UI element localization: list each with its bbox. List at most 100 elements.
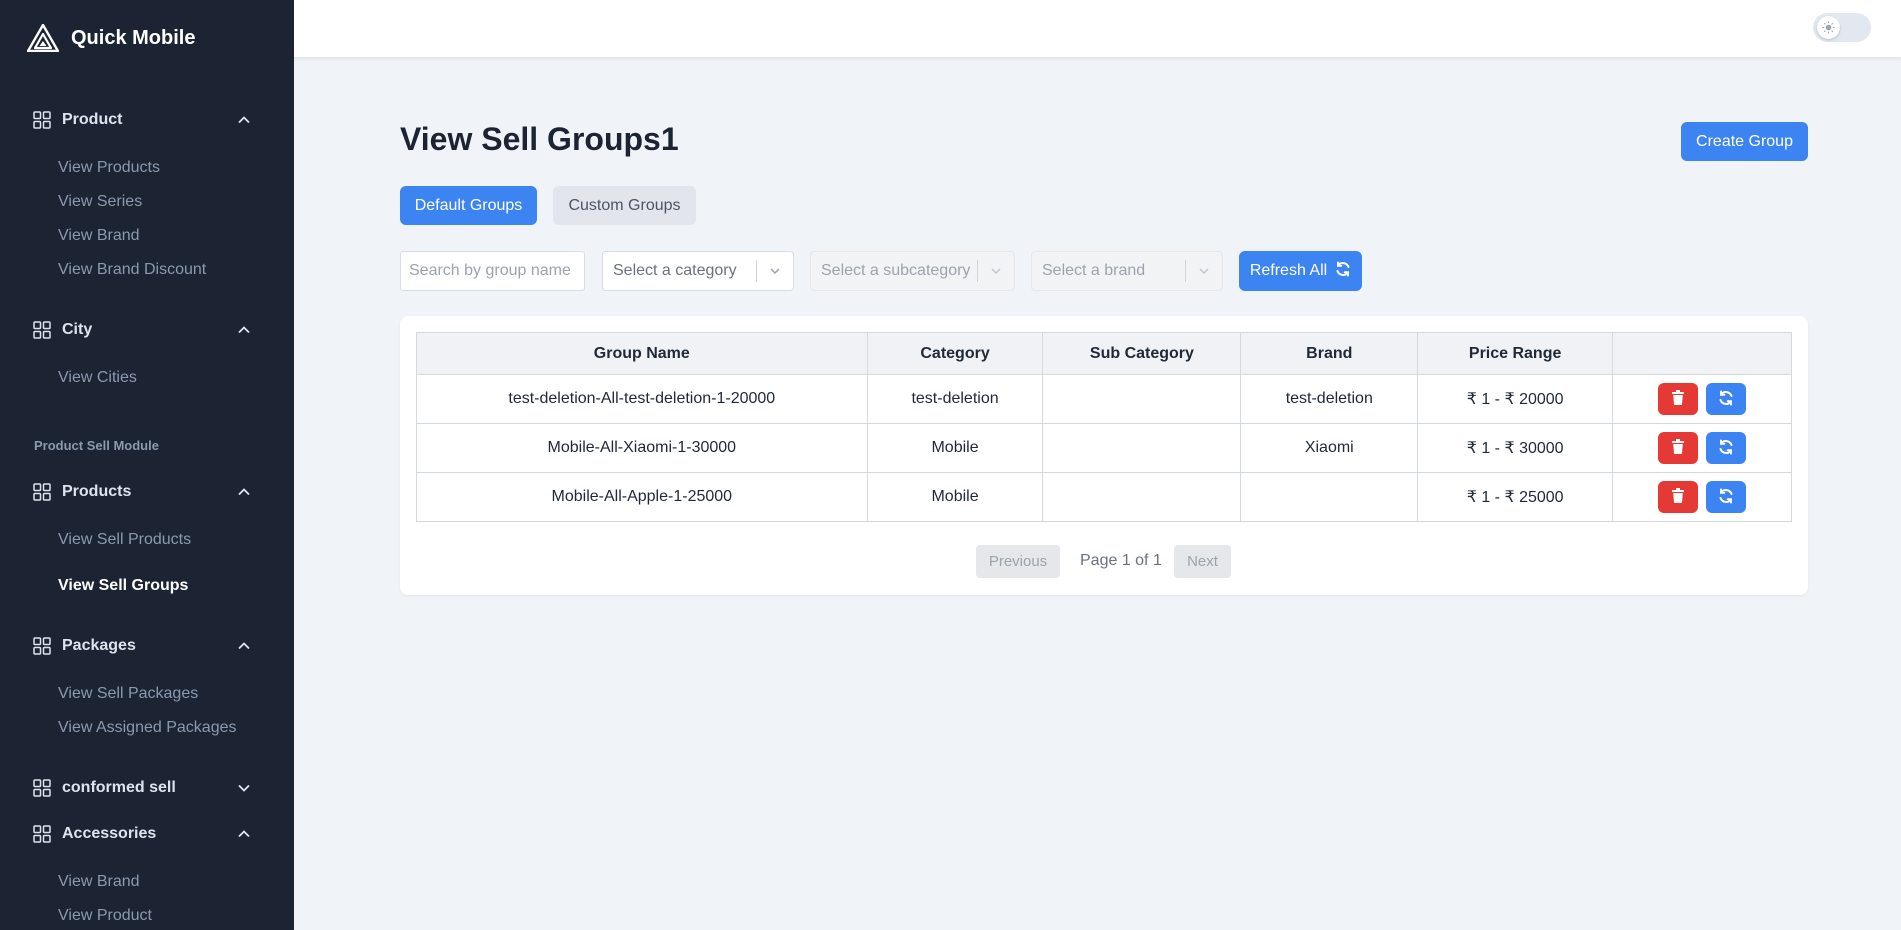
refresh-all-label: Refresh All [1249,262,1328,279]
table-row: Mobile-All-Apple-1-25000 Mobile ₹ 1 - ₹ … [416,472,1792,522]
delete-button[interactable] [1658,383,1699,415]
sidebar-item-view-products[interactable]: View Products [58,159,160,177]
grid-icon [33,321,51,339]
sidebar-group-conformed-sell[interactable]: conformed sell [33,775,251,801]
column-header-sub-category: Sub Category [1042,332,1242,375]
cell-category: Mobile [866,423,1044,473]
chevron-up-icon [237,485,251,499]
chevron-up-icon [237,639,251,653]
refresh-all-button[interactable]: Refresh All [1239,251,1362,291]
refresh-icon [1718,390,1734,409]
brand-select-placeholder: Select a brand [1042,262,1146,279]
chevron-down-icon [237,781,251,795]
brand-select[interactable]: Select a brand [1031,251,1223,291]
cell-sub-category [1042,472,1242,522]
sidebar-item-view-sell-groups[interactable]: View Sell Groups [58,577,188,595]
chevron-up-icon [237,827,251,841]
refresh-icon [1718,488,1734,507]
sidebar-item-view-cities[interactable]: View Cities [58,369,137,387]
app-logo-icon [27,24,59,52]
cell-actions [1612,423,1792,473]
column-header-actions [1612,332,1792,375]
category-select-placeholder: Select a category [613,262,737,279]
top-header [294,0,1901,58]
grid-icon [33,483,51,501]
column-header-category: Category [866,332,1044,375]
sidebar-item-view-brand[interactable]: View Brand [58,227,140,245]
table-row: test-deletion-All-test-deletion-1-20000 … [416,374,1792,424]
theme-toggle[interactable] [1813,13,1871,42]
chevron-down-icon [978,264,1014,278]
sidebar-group-label: conformed sell [62,779,176,796]
sidebar-group-label: Accessories [62,825,157,842]
category-select[interactable]: Select a category [602,251,794,291]
table-row: Mobile-All-Xiaomi-1-30000 Mobile Xiaomi … [416,423,1792,473]
trash-icon [1671,439,1685,457]
cell-price-range: ₹ 1 - ₹ 30000 [1417,423,1614,473]
chevron-up-icon [237,113,251,127]
cell-brand [1240,472,1419,522]
next-page-button[interactable]: Next [1174,545,1231,578]
refresh-row-button[interactable] [1706,432,1747,464]
sidebar-item-view-series[interactable]: View Series [58,193,142,211]
cell-group-name: Mobile-All-Xiaomi-1-30000 [416,423,868,473]
groups-card: Group Name Category Sub Category Brand P… [400,316,1808,595]
sidebar-group-label: Products [62,483,132,500]
cell-category: Mobile [866,472,1044,522]
cell-actions [1612,374,1792,424]
create-group-button[interactable]: Create Group [1681,122,1808,161]
sidebar: Quick Mobile Product View Products View … [0,0,294,930]
search-input[interactable] [400,251,585,291]
sidebar-item-view-brand-discount[interactable]: View Brand Discount [58,261,206,279]
sidebar-item-view-sell-products[interactable]: View Sell Products [58,531,191,549]
refresh-icon [1335,261,1351,282]
page-info: Page 1 of 1 [1080,552,1162,569]
cell-sub-category [1042,374,1242,424]
refresh-row-button[interactable] [1706,481,1747,513]
sidebar-group-label: Packages [62,637,136,654]
sidebar-group-accessories[interactable]: Accessories [33,821,251,847]
column-header-brand: Brand [1240,332,1419,375]
table-header-row: Group Name Category Sub Category Brand P… [416,332,1792,375]
cell-price-range: ₹ 1 - ₹ 20000 [1417,374,1614,424]
sidebar-item-accessories-view-brand[interactable]: View Brand [58,873,140,891]
sun-icon [1817,16,1840,39]
sidebar-item-view-assigned-packages[interactable]: View Assigned Packages [58,719,236,737]
grid-icon [33,111,51,129]
previous-page-button[interactable]: Previous [976,545,1060,578]
app-name: Quick Mobile [71,26,196,49]
sidebar-group-product[interactable]: Product [33,107,251,133]
trash-icon [1671,488,1685,506]
pagination: Previous Page 1 of 1 Next [400,545,1808,578]
sidebar-group-label: Product [62,111,123,128]
sidebar-item-accessories-view-product[interactable]: View Product [58,907,152,925]
cell-group-name: test-deletion-All-test-deletion-1-20000 [416,374,868,424]
sidebar-group-packages[interactable]: Packages [33,633,251,659]
chevron-up-icon [237,323,251,337]
cell-group-name: Mobile-All-Apple-1-25000 [416,472,868,522]
app-brand[interactable]: Quick Mobile [27,24,195,52]
sidebar-group-city[interactable]: City [33,317,251,343]
chevron-down-icon [1186,264,1222,278]
subcategory-select-placeholder: Select a subcategory [821,262,971,279]
grid-icon [33,825,51,843]
cell-price-range: ₹ 1 - ₹ 25000 [1417,472,1614,522]
trash-icon [1671,390,1685,408]
chevron-down-icon [757,264,793,278]
tab-custom-groups[interactable]: Custom Groups [553,186,696,225]
delete-button[interactable] [1658,432,1699,464]
subcategory-select[interactable]: Select a subcategory [810,251,1015,291]
sidebar-item-view-sell-packages[interactable]: View Sell Packages [58,685,198,703]
delete-button[interactable] [1658,481,1699,513]
cell-brand: test-deletion [1240,374,1419,424]
tab-default-groups[interactable]: Default Groups [400,186,537,225]
column-header-price-range: Price Range [1417,332,1614,375]
refresh-row-button[interactable] [1706,383,1747,415]
cell-sub-category [1042,423,1242,473]
sidebar-group-label: City [62,321,93,338]
sidebar-group-products[interactable]: Products [33,479,251,505]
groups-table: Group Name Category Sub Category Brand P… [416,332,1792,522]
menu-section-title: Product Sell Module [34,438,159,453]
refresh-icon [1718,439,1734,458]
cell-actions [1612,472,1792,522]
